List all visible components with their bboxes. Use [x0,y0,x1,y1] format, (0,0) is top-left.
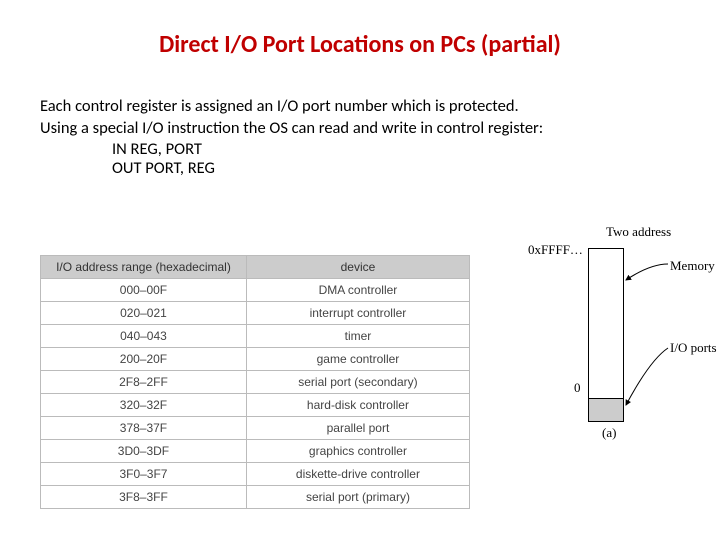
table-row: 3F0–3F7diskette-drive controller [41,463,470,486]
instruction-out: OUT PORT, REG [112,158,215,178]
address-space-diagram: Two address 0xFFFF… 0 Memory I/O ports (… [520,220,720,450]
diagram-arrows [520,220,720,450]
table-row: 020–021interrupt controller [41,302,470,325]
paragraph-2: Using a special I/O instruction the OS c… [40,118,543,138]
table-row: 320–32Fhard-disk controller [41,394,470,417]
instruction-in: IN REG, PORT [112,139,202,159]
table-row: 3F8–3FFserial port (primary) [41,486,470,509]
table-row: 378–37Fparallel port [41,417,470,440]
io-port-table: I/O address range (hexadecimal) device 0… [40,255,470,509]
col-header-range: I/O address range (hexadecimal) [41,256,247,279]
table-row: 040–043timer [41,325,470,348]
table-row: 000–00FDMA controller [41,279,470,302]
table-header-row: I/O address range (hexadecimal) device [41,256,470,279]
table-row: 200–20Fgame controller [41,348,470,371]
table-row: 2F8–2FFserial port (secondary) [41,371,470,394]
slide-title: Direct I/O Port Locations on PCs (partia… [40,30,680,59]
body-text: Each control register is assigned an I/O… [40,95,680,179]
paragraph-1: Each control register is assigned an I/O… [40,96,519,116]
col-header-device: device [246,256,469,279]
table-row: 3D0–3DFgraphics controller [41,440,470,463]
